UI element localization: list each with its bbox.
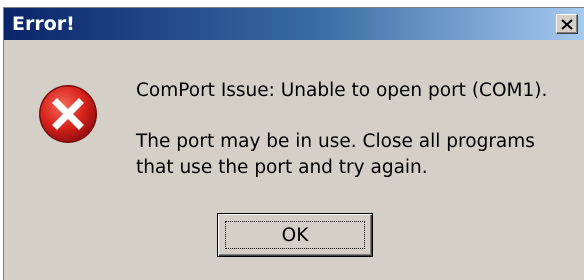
window-title: Error! bbox=[12, 13, 75, 35]
message-line-3: that use the port and try again. bbox=[136, 157, 428, 178]
error-message: ComPort Issue: Unable to open port (COM1… bbox=[136, 78, 547, 181]
close-button[interactable] bbox=[556, 14, 578, 34]
title-bar[interactable]: Error! bbox=[4, 8, 584, 40]
message-line-1: ComPort Issue: Unable to open port (COM1… bbox=[136, 80, 548, 101]
message-line-2: The port may be in use. Close all progra… bbox=[136, 131, 535, 152]
close-icon bbox=[561, 18, 573, 30]
error-icon bbox=[39, 85, 97, 143]
ok-button-label: OK bbox=[225, 221, 365, 249]
ok-button[interactable]: OK bbox=[217, 213, 373, 257]
error-dialog: Error! ComPort Issue: Unable to open por… bbox=[3, 7, 584, 280]
